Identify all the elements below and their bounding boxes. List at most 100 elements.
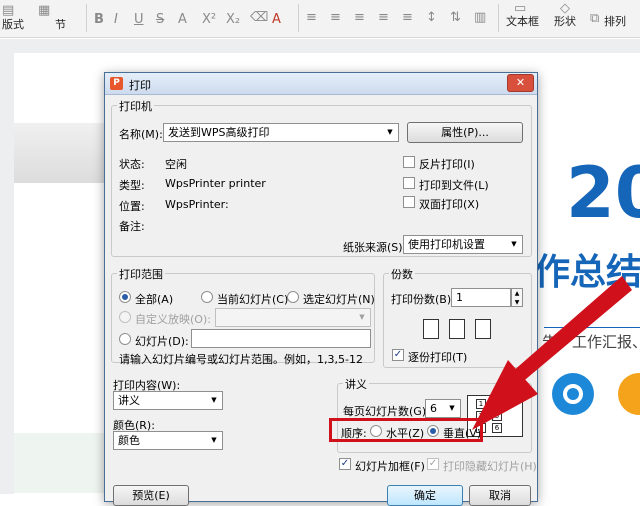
per-page-label: 每页幻灯片数(G): — [343, 405, 430, 418]
copies-count-label: 打印份数(B): — [391, 293, 455, 306]
align-left-icon[interactable]: ≡ — [306, 10, 317, 25]
section-icon[interactable]: ▦ — [38, 3, 50, 18]
spin-down-icon[interactable]: ▼ — [515, 299, 520, 306]
toolbar-divider — [86, 4, 87, 32]
section-button[interactable]: 节 — [55, 16, 66, 32]
color-select[interactable]: 颜色 ▼ — [113, 431, 223, 450]
shadow-text-icon[interactable]: A — [178, 12, 187, 27]
collate-page-icon — [475, 319, 491, 339]
arrange-button[interactable]: 排列 — [604, 13, 626, 29]
copies-legend: 份数 — [389, 266, 415, 282]
range-current-label: 当前幻灯片(C) — [217, 293, 289, 306]
print-to-file-checkbox[interactable] — [403, 177, 415, 189]
copies-count-input[interactable]: 1 — [451, 288, 511, 307]
layout-button[interactable]: 版式 — [2, 16, 24, 32]
frame-slides-label: 幻灯片加框(F) — [355, 460, 425, 473]
font-color-icon[interactable]: A — [272, 12, 281, 27]
printer-name-value: 发送到WPS高级打印 — [168, 126, 270, 139]
shape-button[interactable]: 形状 — [554, 13, 576, 29]
range-current-radio[interactable] — [201, 291, 213, 303]
printer-name-select[interactable]: 发送到WPS高级打印 ▼ — [163, 123, 399, 142]
strikethrough-icon[interactable]: S — [156, 12, 164, 27]
cancel-button[interactable]: 取消 — [469, 485, 531, 506]
collate-checkbox[interactable]: ✓ — [392, 349, 404, 361]
reverse-print-checkbox[interactable] — [403, 156, 415, 168]
text-box-button[interactable]: 文本框 — [506, 13, 539, 29]
slide-text: 告、工作汇报、 — [542, 333, 640, 351]
paper-source-value: 使用打印机设置 — [408, 238, 485, 251]
chevron-down-icon: ▼ — [511, 240, 517, 248]
print-content-select[interactable]: 讲义 ▼ — [113, 391, 223, 410]
superscript-icon[interactable]: X² — [202, 12, 216, 27]
clear-format-icon[interactable]: ⌫ — [250, 10, 268, 25]
pie-icon — [563, 384, 583, 404]
range-hint: 请输入幻灯片编号或幻灯片范围。例如，1,3,5-12 — [119, 353, 363, 366]
subscript-icon[interactable]: X₂ — [226, 12, 240, 27]
range-slides-radio[interactable] — [119, 333, 131, 345]
slide-divider — [544, 327, 640, 328]
line-spacing-icon[interactable]: ↕ — [426, 10, 437, 25]
underline-icon[interactable]: U — [134, 12, 144, 27]
collate-page-icon — [423, 319, 439, 339]
align-center-icon[interactable]: ≡ — [330, 10, 341, 25]
slide-decoration — [14, 433, 104, 493]
justify-icon[interactable]: ≡ — [378, 10, 389, 25]
per-page-select[interactable]: 6 ▼ — [425, 399, 461, 418]
collate-label: 逐份打印(T) — [408, 351, 468, 364]
location-value: WpsPrinter: — [165, 198, 229, 211]
range-selected-label: 选定幻灯片(N) — [303, 293, 375, 306]
properties-button[interactable]: 属性(P)... — [407, 122, 523, 143]
handout-preview-cell: 5 — [492, 411, 502, 421]
distribute-icon[interactable]: ≡ — [402, 10, 413, 25]
dialog-titlebar[interactable]: P 打印 ✕ — [105, 73, 537, 95]
range-custom-radio[interactable] — [119, 311, 131, 323]
toolbar-divider — [498, 4, 499, 32]
handout-preview-cell: 1 — [476, 399, 486, 409]
collate-page-icon — [449, 319, 465, 339]
text-direction-icon[interactable]: ⇅ — [450, 10, 461, 25]
chevron-down-icon: ▼ — [387, 128, 393, 136]
duplex-checkbox[interactable] — [403, 196, 415, 208]
chevron-down-icon: ▼ — [211, 436, 217, 444]
print-hidden-checkbox[interactable]: ✓ — [427, 458, 439, 470]
slide-heading: 作总结 — [534, 252, 640, 293]
preview-button[interactable]: 预览(E) — [113, 485, 189, 506]
columns-icon[interactable]: ▥ — [474, 10, 486, 25]
range-all-radio[interactable] — [119, 291, 131, 303]
per-page-value: 6 — [430, 402, 437, 415]
paper-source-select[interactable]: 使用打印机设置 ▼ — [403, 235, 523, 254]
align-right-icon[interactable]: ≡ — [354, 10, 365, 25]
slides-input[interactable] — [191, 329, 371, 348]
print-hidden-label: 打印隐藏幻灯片(H) — [443, 460, 537, 473]
highlight-box — [329, 418, 483, 442]
print-to-file-label: 打印到文件(L) — [419, 179, 489, 192]
range-legend: 打印范围 — [117, 266, 165, 282]
custom-show-select[interactable]: ▼ — [215, 308, 371, 327]
slide-big-number: 20 — [566, 152, 640, 234]
paper-source-label: 纸张来源(S): — [343, 241, 407, 254]
ribbon-toolbar: ▤ 版式 ▦ 节 B I U S A X² X₂ ⌫ A ≡ ≡ ≡ ≡ ≡ ↕… — [0, 0, 640, 38]
chevron-down-icon: ▼ — [211, 396, 217, 404]
dialog-title: 打印 — [129, 79, 151, 92]
duplex-label: 双面打印(X) — [419, 198, 480, 211]
arrange-icon[interactable]: ⧉ — [590, 11, 599, 26]
ok-button[interactable]: 确定 — [387, 485, 463, 506]
slide-add-circle — [618, 373, 640, 415]
bold-icon[interactable]: B — [94, 12, 104, 27]
handout-preview-cell: 6 — [492, 423, 502, 433]
handout-legend: 讲义 — [343, 376, 369, 392]
copies-spinner[interactable]: ▲ ▼ — [511, 288, 523, 307]
reverse-print-label: 反片打印(I) — [419, 158, 475, 171]
color-value: 颜色 — [118, 434, 140, 447]
print-content-value: 讲义 — [118, 394, 140, 407]
spin-up-icon[interactable]: ▲ — [515, 290, 520, 297]
frame-slides-checkbox[interactable]: ✓ — [339, 458, 351, 470]
range-slides-label: 幻灯片(D): — [135, 335, 189, 348]
comment-label: 备注: — [119, 220, 145, 233]
italic-icon[interactable]: I — [114, 12, 118, 27]
range-all-label: 全部(A) — [135, 293, 174, 306]
close-button[interactable]: ✕ — [507, 74, 534, 92]
wps-app-icon: P — [110, 77, 123, 90]
range-selected-radio[interactable] — [287, 291, 299, 303]
copies-count-value: 1 — [456, 291, 463, 304]
